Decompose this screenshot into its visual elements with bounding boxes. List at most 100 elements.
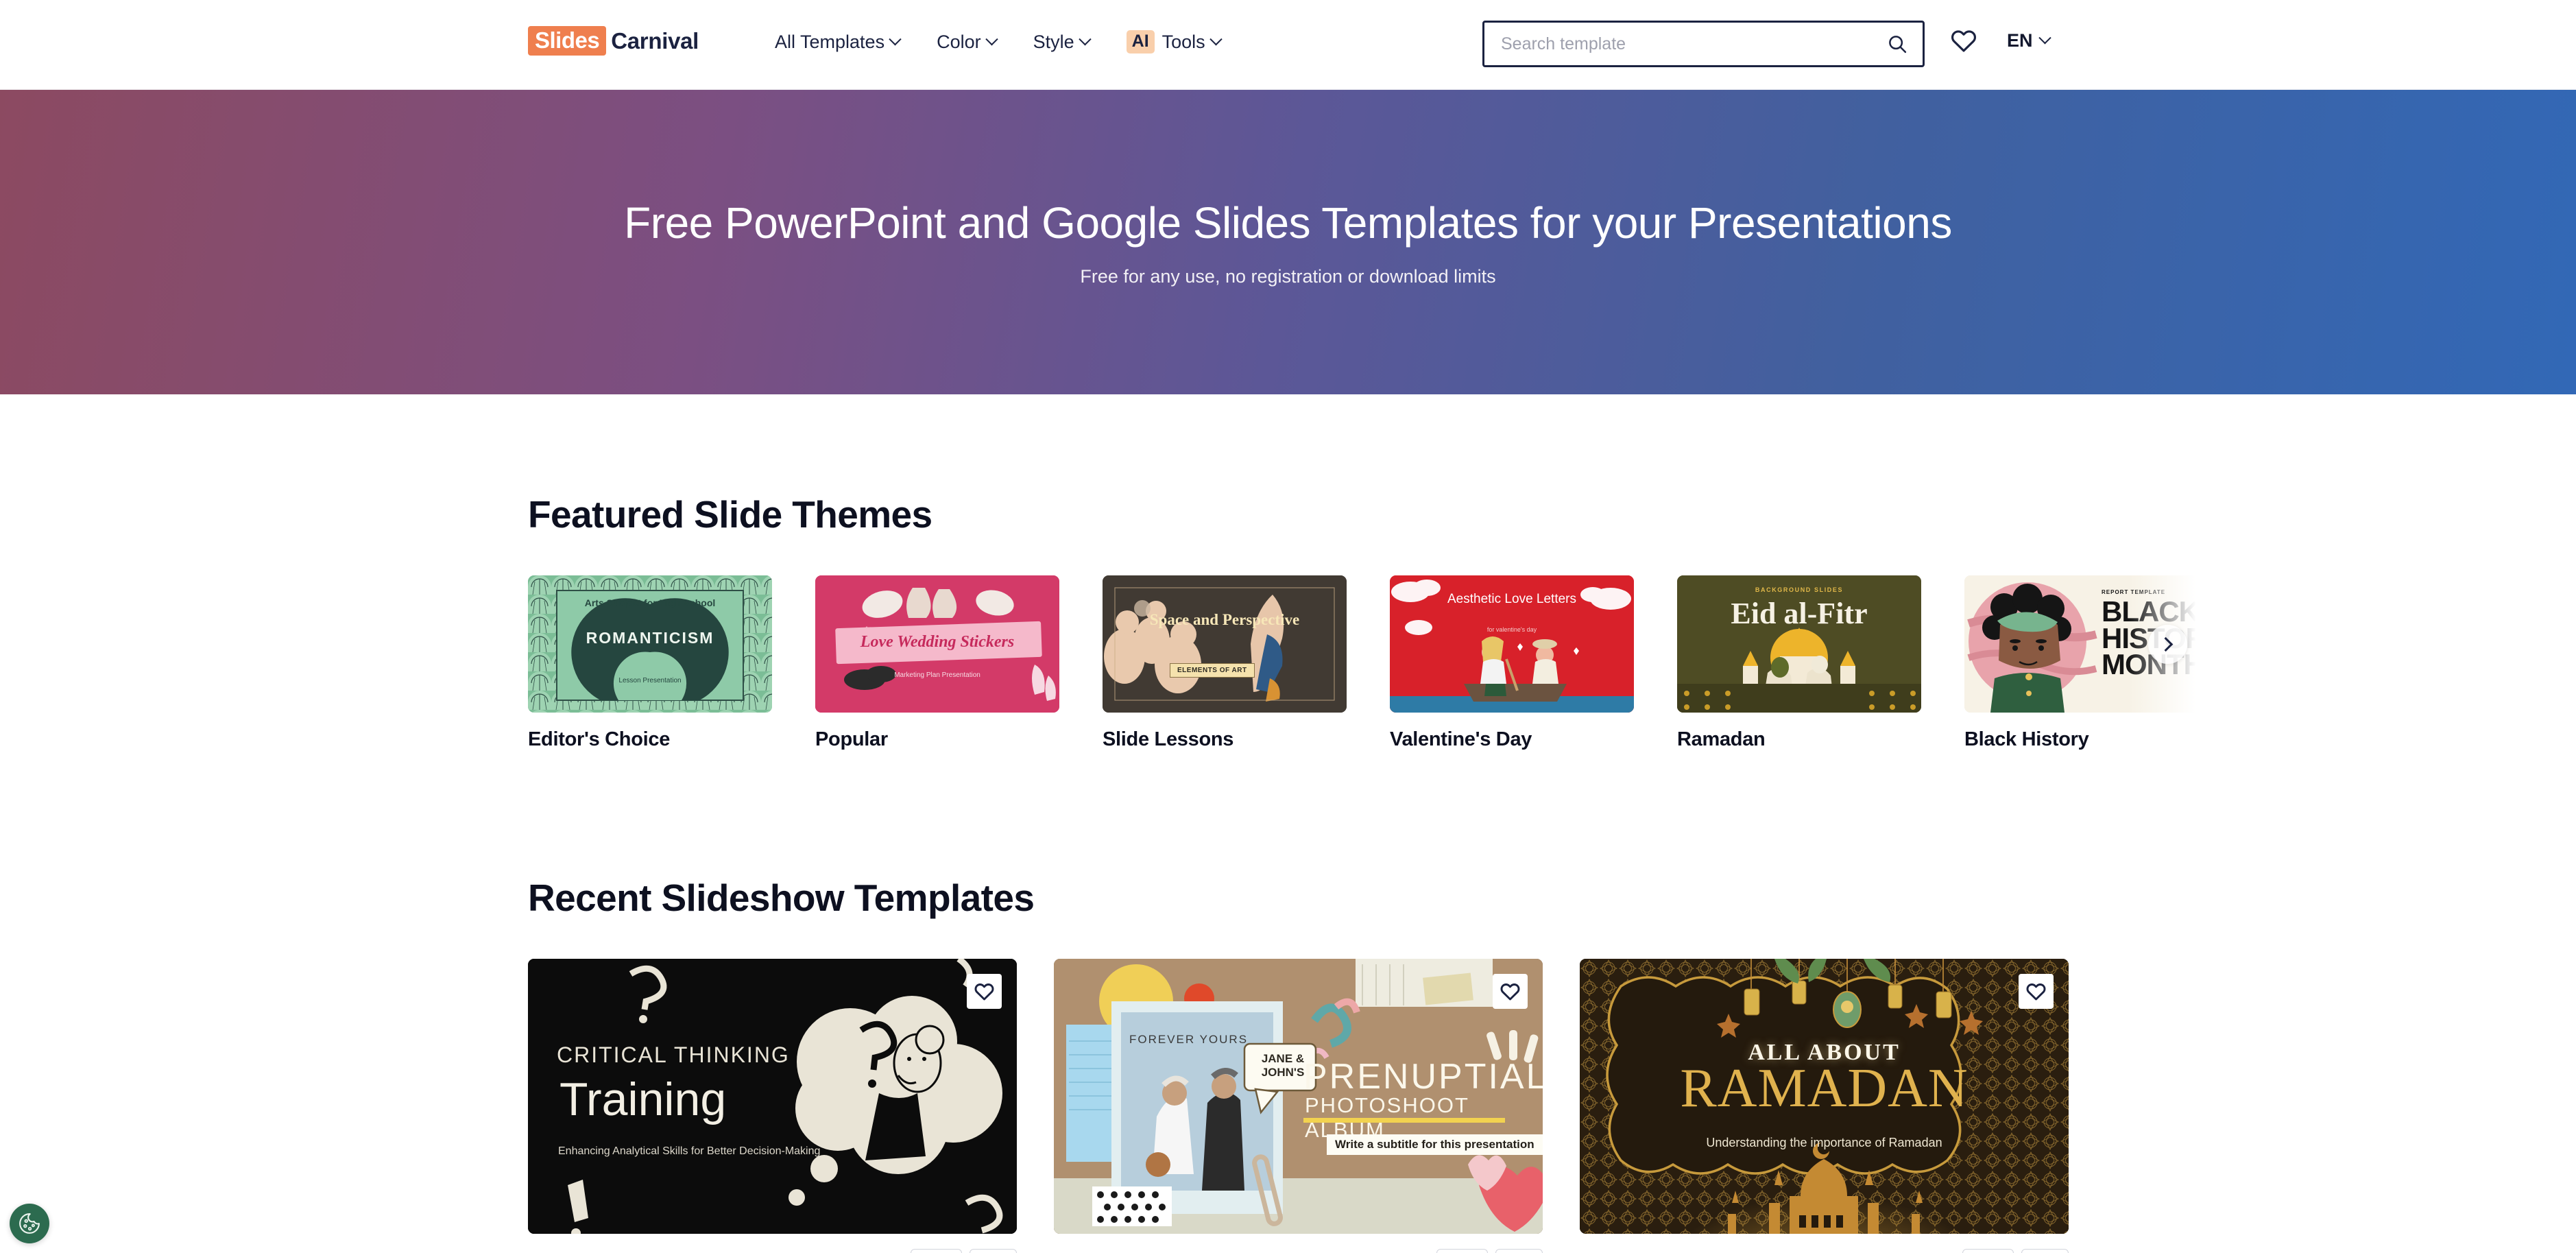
- theme-card-popular[interactable]: Love Wedding Stickers Marketing Plan Pre…: [815, 575, 1059, 751]
- slide-count-badge: 15: [1962, 1249, 2014, 1253]
- template-card: ALL ABOUT RAMADAN Understanding the impo…: [1580, 959, 2069, 1253]
- thumb-title: Eid al-Fitr: [1731, 597, 1868, 630]
- nav-label-style: Style: [1033, 31, 1074, 52]
- nav-item-all-templates[interactable]: All Templates: [775, 31, 902, 53]
- thumb-title: Training: [559, 1073, 727, 1125]
- recent-section-title: Recent Slideshow Templates: [528, 876, 1035, 919]
- thumb-title: Space and Perspective: [1149, 611, 1300, 628]
- chevron-down-icon: [889, 32, 902, 45]
- thumb-subtitle: ELEMENTS OF ART: [1170, 663, 1255, 678]
- template-meta: ★ 4.1 15 16:9: [1054, 1249, 1543, 1253]
- thumb-subtitle: Lesson Presentation: [618, 677, 682, 684]
- theme-card-ramadan[interactable]: BACKGROUND SLIDES Eid al-Fitr Ramadan: [1677, 575, 1921, 751]
- thumb-overline: BACKGROUND SLIDES: [1755, 586, 1844, 593]
- nav-item-ai-tools[interactable]: AI Tools: [1126, 30, 1223, 53]
- chevron-down-icon: [2038, 31, 2051, 44]
- page-title: Free PowerPoint and Google Slides Templa…: [624, 198, 1952, 248]
- thumb-subtitle: Understanding the importance of Ramadan: [1706, 1136, 1942, 1149]
- thumb-title: Aesthetic Love Letters: [1447, 592, 1576, 606]
- aspect-ratio-badge: 16:9: [970, 1249, 1017, 1253]
- hero-banner: Free PowerPoint and Google Slides Templa…: [0, 90, 2576, 394]
- header-actions: EN: [1951, 27, 2051, 53]
- template-card: FOREVER YOURS JANE & JOHN'S PRENUPTIAL P…: [1054, 959, 1543, 1253]
- language-selector[interactable]: EN: [2007, 30, 2051, 51]
- site-header: Slides Carnival All Templates Color Styl…: [0, 0, 2576, 90]
- template-thumbnail[interactable]: CRITICAL THINKING Training Enhancing Ana…: [528, 959, 1017, 1234]
- favorite-button[interactable]: [1493, 974, 1528, 1009]
- theme-card-valentines-day[interactable]: Aesthetic Love Letters for valentine's d…: [1390, 575, 1634, 751]
- nav-label-color: Color: [937, 31, 981, 52]
- main-navigation: All Templates Color Style AI Tools: [775, 30, 1223, 53]
- slide-count-badge: 15: [1436, 1249, 1489, 1253]
- nav-label-tools: Tools: [1161, 31, 1205, 52]
- featured-section-title: Featured Slide Themes: [528, 493, 932, 536]
- thumb-title: RAMADAN: [1680, 1058, 1969, 1119]
- cookie-icon: [19, 1213, 40, 1234]
- thumb-art: CRITICAL THINKING Training Enhancing Ana…: [528, 959, 1017, 1234]
- nav-item-style[interactable]: Style: [1033, 31, 1092, 53]
- theme-label: Valentine's Day: [1390, 728, 1532, 750]
- chevron-down-icon: [985, 32, 998, 45]
- search-icon[interactable]: [1887, 34, 1907, 54]
- thumb-art: BACKGROUND SLIDES Eid al-Fitr: [1677, 575, 1921, 713]
- photo-caption: FOREVER YOURS: [1129, 1033, 1249, 1046]
- thumb-art: Love Wedding Stickers Marketing Plan Pre…: [815, 575, 1059, 713]
- badge-group: 15 16:9: [910, 1249, 1017, 1253]
- thumb-art: Arts Subject for High School ROMANTICISM…: [528, 575, 772, 713]
- thumb-title: Love Wedding Stickers: [860, 633, 1015, 651]
- theme-thumbnail[interactable]: Space and Perspective ELEMENTS OF ART: [1103, 575, 1347, 713]
- carousel-next-button[interactable]: [2148, 625, 2187, 664]
- thumb-subtitle: Write a subtitle for this presentation: [1327, 1134, 1543, 1155]
- hero-subtitle: Free for any use, no registration or dow…: [1080, 265, 1496, 287]
- favorite-button[interactable]: [2019, 974, 2054, 1009]
- main-content: Featured Slide Themes Arts Subject for H…: [0, 492, 2576, 1253]
- template-thumbnail[interactable]: FOREVER YOURS JANE & JOHN'S PRENUPTIAL P…: [1054, 959, 1543, 1234]
- theme-label: Popular: [815, 728, 888, 750]
- heart-icon[interactable]: [1951, 27, 1977, 53]
- themes-row: Arts Subject for High School ROMANTICISM…: [528, 575, 2208, 751]
- thumb-subtitle: Enhancing Analytical Skills for Better D…: [558, 1145, 821, 1157]
- thumb-art: Space and Perspective ELEMENTS OF ART: [1103, 575, 1347, 713]
- template-meta: ★ 4.3 15 16:9: [528, 1249, 1017, 1253]
- thumb-overline: REPORT TEMPLATE: [2102, 589, 2166, 595]
- theme-thumbnail[interactable]: Aesthetic Love Letters for valentine's d…: [1390, 575, 1634, 713]
- template-card: CRITICAL THINKING Training Enhancing Ana…: [528, 959, 1017, 1253]
- search-input[interactable]: [1501, 34, 1887, 54]
- theme-thumbnail[interactable]: Love Wedding Stickers Marketing Plan Pre…: [815, 575, 1059, 713]
- thumb-overline: Arts Subject for High School: [584, 597, 716, 608]
- chevron-right-icon: [2158, 636, 2174, 652]
- thumb-title: ROMANTICISM: [586, 629, 714, 647]
- badge-group: 15 16:9: [1962, 1249, 2069, 1253]
- theme-thumbnail[interactable]: BACKGROUND SLIDES Eid al-Fitr: [1677, 575, 1921, 713]
- chevron-down-icon: [1078, 32, 1092, 45]
- badge-group: 15 16:9: [1436, 1249, 1543, 1253]
- template-meta: ★ 4.7 15 16:9: [1580, 1249, 2069, 1253]
- search-box[interactable]: [1482, 21, 1925, 67]
- theme-thumbnail[interactable]: Arts Subject for High School ROMANTICISM…: [528, 575, 772, 713]
- heart-icon: [1500, 983, 1520, 1001]
- theme-label: Ramadan: [1677, 728, 1766, 750]
- theme-label: Slide Lessons: [1103, 728, 1234, 750]
- logo-word-carnival: Carnival: [611, 28, 699, 53]
- cookie-settings-button[interactable]: [10, 1204, 49, 1243]
- theme-label: Editor's Choice: [528, 728, 671, 750]
- nav-item-color[interactable]: Color: [937, 31, 998, 53]
- thumb-subtitle: for valentine's day: [1486, 626, 1537, 633]
- recent-templates-section: Recent Slideshow Templates CRITICAL THIN…: [528, 876, 2576, 1253]
- themes-carousel: Arts Subject for High School ROMANTICISM…: [528, 575, 2211, 751]
- ai-badge: AI: [1126, 30, 1155, 53]
- logo-badge-slides: Slides: [528, 26, 607, 56]
- aspect-ratio-badge: 16:9: [2021, 1249, 2069, 1253]
- heart-icon: [974, 983, 994, 1001]
- thumb-art: FOREVER YOURS JANE & JOHN'S PRENUPTIAL P…: [1054, 959, 1543, 1234]
- template-thumbnail[interactable]: ALL ABOUT RAMADAN Understanding the impo…: [1580, 959, 2069, 1234]
- chevron-down-icon: [1209, 32, 1223, 45]
- favorite-button[interactable]: [967, 974, 1002, 1009]
- site-logo[interactable]: Slides Carnival: [528, 26, 699, 56]
- theme-card-slide-lessons[interactable]: Space and Perspective ELEMENTS OF ART Sl…: [1103, 575, 1347, 751]
- nav-label-all-templates: All Templates: [775, 31, 885, 52]
- featured-section: Featured Slide Themes Arts Subject for H…: [528, 492, 2576, 751]
- template-grid: CRITICAL THINKING Training Enhancing Ana…: [528, 959, 2576, 1253]
- slide-count-badge: 15: [910, 1249, 963, 1253]
- theme-card-editors-choice[interactable]: Arts Subject for High School ROMANTICISM…: [528, 575, 772, 751]
